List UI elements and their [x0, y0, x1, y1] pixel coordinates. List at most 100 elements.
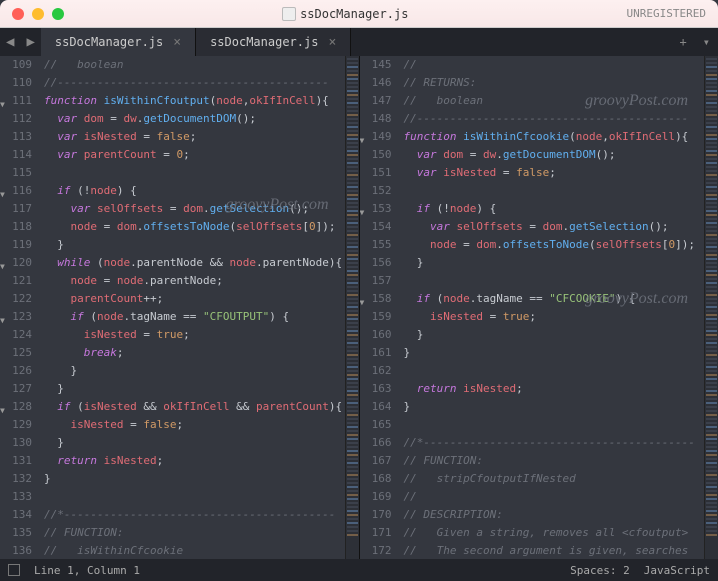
gutter-left: 109110▼111112113114115▼116117118119▼1201… [0, 56, 38, 559]
indentation-setting[interactable]: Spaces: 2 [570, 564, 630, 577]
editor-pane-left[interactable]: 109110▼111112113114115▼116117118119▼1201… [0, 56, 359, 559]
code-line[interactable]: isNested = true; [44, 326, 345, 344]
line-number: 109 [0, 56, 32, 74]
code-line[interactable]: node = dom.offsetsToNode(selOffsets[0]); [44, 218, 345, 236]
code-line[interactable] [404, 272, 705, 290]
code-line[interactable]: var selOffsets = dom.getSelection(); [44, 200, 345, 218]
code-line[interactable]: // DESCRIPTION: [404, 506, 705, 524]
code-line[interactable]: // Given a string, removes all <cfoutput… [404, 524, 705, 542]
code-line[interactable]: parentCount++; [44, 290, 345, 308]
minimap-right[interactable] [704, 56, 718, 559]
code-line[interactable]: return isNested; [404, 380, 705, 398]
code-line[interactable] [404, 416, 705, 434]
code-line[interactable]: if (node.tagName == "CFCOOKIE") { [404, 290, 705, 308]
line-number: 166 [360, 434, 392, 452]
close-tab-icon[interactable]: × [173, 35, 181, 50]
code-line[interactable]: isNested = false; [44, 416, 345, 434]
line-number: ▼149 [360, 128, 392, 146]
code-line[interactable]: // isWithinCfcookie [44, 542, 345, 559]
minimap-left[interactable] [345, 56, 359, 559]
code-line[interactable]: } [44, 380, 345, 398]
code-line[interactable]: // The second argument is given, searche… [404, 542, 705, 559]
code-area-right[interactable]: //// RETURNS:// boolean//---------------… [398, 56, 705, 559]
close-tab-icon[interactable]: × [328, 35, 336, 50]
code-line[interactable]: // stripCfoutputIfNested [404, 470, 705, 488]
code-line[interactable]: function isWithinCfcookie(node,okIfInCel… [404, 128, 705, 146]
code-line[interactable]: //--------------------------------------… [44, 74, 345, 92]
code-line[interactable]: break; [44, 344, 345, 362]
tab-ssdocmanager-1[interactable]: ssDocManager.js × [41, 28, 196, 56]
code-line[interactable]: } [404, 344, 705, 362]
line-number: 147 [360, 92, 392, 110]
code-line[interactable] [404, 362, 705, 380]
code-line[interactable]: if (isNested && okIfInCell && parentCoun… [44, 398, 345, 416]
code-line[interactable]: } [404, 254, 705, 272]
tab-label: ssDocManager.js [55, 35, 163, 49]
line-number: 168 [360, 470, 392, 488]
line-number: 159 [360, 308, 392, 326]
close-window-button[interactable] [12, 8, 24, 20]
code-line[interactable]: // RETURNS: [404, 74, 705, 92]
code-line[interactable]: } [44, 236, 345, 254]
syntax-setting[interactable]: JavaScript [644, 564, 710, 577]
code-line[interactable]: while (node.parentNode && node.parentNod… [44, 254, 345, 272]
code-line[interactable]: // [404, 488, 705, 506]
editor-pane-right[interactable]: 145146147148▼149150151152▼15315415515615… [359, 56, 718, 559]
panel-toggle-icon[interactable] [8, 564, 20, 576]
code-line[interactable]: isNested = true; [404, 308, 705, 326]
code-line[interactable]: if (!node) { [44, 182, 345, 200]
maximize-window-button[interactable] [52, 8, 64, 20]
tab-menu-button[interactable]: ▾ [695, 35, 718, 49]
code-line[interactable] [44, 488, 345, 506]
code-area-left[interactable]: // boolean//----------------------------… [38, 56, 345, 559]
code-line[interactable]: var isNested = false; [44, 128, 345, 146]
minimize-window-button[interactable] [32, 8, 44, 20]
code-line[interactable]: // FUNCTION: [44, 524, 345, 542]
code-line[interactable]: var dom = dw.getDocumentDOM(); [44, 110, 345, 128]
tab-ssdocmanager-2[interactable]: ssDocManager.js × [196, 28, 351, 56]
line-number: 131 [0, 452, 32, 470]
line-number: ▼153 [360, 200, 392, 218]
code-line[interactable]: //*-------------------------------------… [404, 434, 705, 452]
code-line[interactable]: var isNested = false; [404, 164, 705, 182]
code-line[interactable]: } [44, 470, 345, 488]
code-line[interactable]: var selOffsets = dom.getSelection(); [404, 218, 705, 236]
code-line[interactable]: function isWithinCfoutput(node,okIfInCel… [44, 92, 345, 110]
code-line[interactable]: //*-------------------------------------… [44, 506, 345, 524]
code-line[interactable] [44, 164, 345, 182]
line-number: 167 [360, 452, 392, 470]
code-line[interactable]: // boolean [404, 92, 705, 110]
code-line[interactable]: } [404, 326, 705, 344]
tab-bar: ◀ ▶ ssDocManager.js × ssDocManager.js × … [0, 28, 718, 56]
gutter-right: 145146147148▼149150151152▼15315415515615… [360, 56, 398, 559]
code-line[interactable]: } [404, 398, 705, 416]
code-line[interactable]: if (!node) { [404, 200, 705, 218]
code-line[interactable]: var parentCount = 0; [44, 146, 345, 164]
window-controls [12, 8, 64, 20]
code-line[interactable]: //--------------------------------------… [404, 110, 705, 128]
line-number: 136 [0, 542, 32, 559]
code-line[interactable] [404, 182, 705, 200]
code-line[interactable]: // boolean [44, 56, 345, 74]
line-number: 112 [0, 110, 32, 128]
registration-status: UNREGISTERED [627, 7, 706, 20]
code-line[interactable]: } [44, 434, 345, 452]
line-number: 113 [0, 128, 32, 146]
line-number: 171 [360, 524, 392, 542]
code-line[interactable]: node = node.parentNode; [44, 272, 345, 290]
nav-forward-button[interactable]: ▶ [20, 34, 40, 50]
code-line[interactable]: if (node.tagName == "CFOUTPUT") { [44, 308, 345, 326]
nav-back-button[interactable]: ◀ [0, 34, 20, 50]
line-number: ▼123 [0, 308, 32, 326]
line-number: ▼128 [0, 398, 32, 416]
code-line[interactable]: // [404, 56, 705, 74]
line-number: 130 [0, 434, 32, 452]
line-number: 124 [0, 326, 32, 344]
code-line[interactable]: node = dom.offsetsToNode(selOffsets[0]); [404, 236, 705, 254]
code-line[interactable]: } [44, 362, 345, 380]
code-line[interactable]: var dom = dw.getDocumentDOM(); [404, 146, 705, 164]
cursor-position[interactable]: Line 1, Column 1 [34, 564, 140, 577]
code-line[interactable]: // FUNCTION: [404, 452, 705, 470]
new-tab-button[interactable]: + [672, 35, 695, 49]
code-line[interactable]: return isNested; [44, 452, 345, 470]
